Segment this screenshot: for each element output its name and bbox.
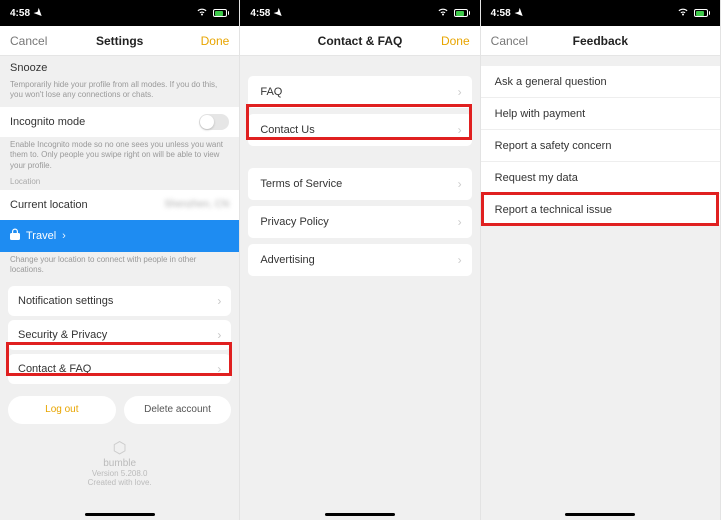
row-label: Contact Us	[260, 124, 314, 136]
chevron-right-icon: ›	[458, 85, 462, 99]
row-label: Advertising	[260, 254, 314, 266]
row-label: Security & Privacy	[18, 329, 107, 341]
chevron-right-icon: ›	[458, 123, 462, 137]
current-location-value: Shenzhen, CN	[164, 199, 229, 210]
done-button[interactable]: Done	[420, 34, 470, 48]
wifi-icon	[677, 7, 689, 19]
panel-contact-faq: 4:58➤ Contact & FAQ Done FAQ › Contact Us…	[240, 0, 480, 520]
home-indicator	[565, 513, 635, 516]
panel-settings: 4:58➤ Cancel Settings Done Snooze Tempor…	[0, 0, 240, 520]
terms-row[interactable]: Terms of Service ›	[248, 168, 471, 200]
row-label: Privacy Policy	[260, 216, 328, 228]
lock-icon	[10, 228, 20, 243]
travel-helper: Change your location to connect with peo…	[0, 252, 239, 282]
bumble-logo-icon: ⬡	[0, 438, 239, 458]
chevron-right-icon: ›	[458, 253, 462, 267]
row-label: FAQ	[260, 86, 282, 98]
logout-button[interactable]: Log out	[8, 396, 116, 424]
status-time: 4:58	[250, 8, 270, 19]
incognito-label: Incognito mode	[10, 116, 85, 128]
battery-icon	[454, 9, 470, 17]
row-label: Ask a general question	[495, 76, 607, 88]
faq-row[interactable]: FAQ ›	[248, 76, 471, 108]
incognito-helper: Enable Incognito mode so no one sees you…	[0, 137, 239, 177]
contact-faq-row[interactable]: Contact & FAQ ›	[8, 354, 231, 384]
status-bar: 4:58➤	[240, 0, 479, 26]
version-text: Version 5.208.0	[0, 469, 239, 478]
settings-content: Snooze Temporarily hide your profile fro…	[0, 56, 239, 520]
wifi-icon	[196, 7, 208, 19]
incognito-toggle[interactable]	[199, 114, 229, 130]
location-caption: Location	[0, 177, 239, 190]
tagline-text: Created with love.	[0, 478, 239, 487]
navbar: Contact & FAQ Done	[240, 26, 479, 56]
help-payment-row[interactable]: Help with payment	[481, 98, 720, 130]
panel-feedback: 4:58➤ Cancel Feedback Ask a general ques…	[481, 0, 721, 520]
cancel-button[interactable]: Cancel	[10, 34, 60, 48]
row-label: Request my data	[495, 172, 578, 184]
status-time: 4:58	[10, 8, 30, 19]
row-label: Terms of Service	[260, 178, 342, 190]
current-location-label: Current location	[10, 199, 88, 211]
row-label: Report a safety concern	[495, 140, 612, 152]
navbar: Cancel Feedback	[481, 26, 720, 56]
battery-icon	[213, 9, 229, 17]
brand-name: bumble	[0, 458, 239, 469]
page-title: Contact & FAQ	[300, 34, 419, 48]
battery-icon	[694, 9, 710, 17]
location-arrow-icon: ➤	[512, 6, 526, 20]
snooze-helper: Temporarily hide your profile from all m…	[0, 77, 239, 107]
current-location-row[interactable]: Current location Shenzhen, CN	[0, 190, 239, 220]
page-title: Settings	[60, 34, 179, 48]
contact-us-row[interactable]: Contact Us ›	[248, 114, 471, 146]
status-bar: 4:58➤	[0, 0, 239, 26]
privacy-row[interactable]: Privacy Policy ›	[248, 206, 471, 238]
contact-content: FAQ › Contact Us › Terms of Service › Priva…	[240, 56, 479, 520]
row-label: Report a technical issue	[495, 204, 612, 216]
row-label: Contact & FAQ	[18, 363, 91, 375]
security-privacy-row[interactable]: Security & Privacy ›	[8, 320, 231, 350]
technical-issue-row[interactable]: Report a technical issue	[481, 194, 720, 226]
row-label: Help with payment	[495, 108, 586, 120]
advertising-row[interactable]: Advertising ›	[248, 244, 471, 276]
done-button[interactable]: Done	[179, 34, 229, 48]
status-time: 4:58	[491, 8, 511, 19]
delete-account-button[interactable]: Delete account	[124, 396, 232, 424]
chevron-right-icon: ›	[458, 177, 462, 191]
cancel-button[interactable]: Cancel	[491, 34, 541, 48]
navbar: Cancel Settings Done	[0, 26, 239, 56]
notification-settings-row[interactable]: Notification settings ›	[8, 286, 231, 316]
location-arrow-icon: ➤	[31, 6, 45, 20]
status-bar: 4:58➤	[481, 0, 720, 26]
travel-row[interactable]: Travel ›	[0, 220, 239, 252]
chevron-right-icon: ›	[217, 328, 221, 342]
incognito-row[interactable]: Incognito mode	[0, 107, 239, 137]
travel-label: Travel	[26, 230, 56, 242]
home-indicator	[85, 513, 155, 516]
chevron-right-icon: ›	[217, 294, 221, 308]
home-indicator	[325, 513, 395, 516]
feedback-content: Ask a general question Help with payment…	[481, 56, 720, 520]
request-data-row[interactable]: Request my data	[481, 162, 720, 194]
location-arrow-icon: ➤	[272, 6, 286, 20]
wifi-icon	[437, 7, 449, 19]
ask-question-row[interactable]: Ask a general question	[481, 66, 720, 98]
account-buttons: Log out Delete account	[0, 388, 239, 432]
snooze-title: Snooze	[0, 56, 239, 77]
chevron-right-icon: ›	[217, 362, 221, 376]
footer: ⬡ bumble Version 5.208.0 Created with lo…	[0, 432, 239, 487]
chevron-right-icon: ›	[458, 215, 462, 229]
safety-concern-row[interactable]: Report a safety concern	[481, 130, 720, 162]
page-title: Feedback	[541, 34, 660, 48]
row-label: Notification settings	[18, 295, 113, 307]
chevron-right-icon: ›	[62, 230, 66, 242]
